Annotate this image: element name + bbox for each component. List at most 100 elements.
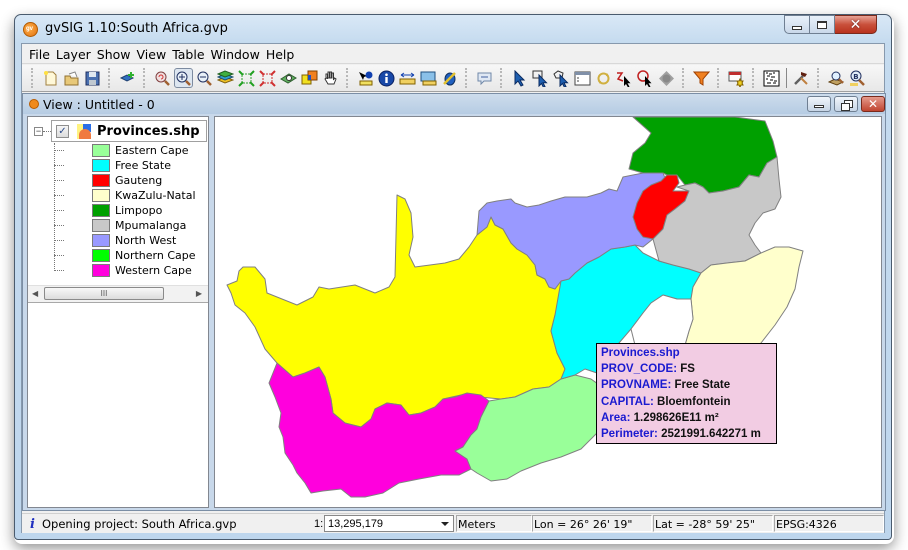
overlay-icon: [301, 70, 318, 84]
measure-area-button[interactable]: [419, 68, 438, 88]
select-polygon-button[interactable]: [552, 68, 571, 88]
legend-item[interactable]: North West: [54, 233, 196, 248]
minimize-button[interactable]: [784, 15, 810, 34]
info-button[interactable]: [377, 68, 396, 88]
view-minimize-button[interactable]: [807, 96, 831, 112]
invert-selection-button[interactable]: [594, 68, 613, 88]
menu-table[interactable]: Table: [169, 44, 207, 63]
minimize-icon: [814, 105, 824, 108]
chevron-down-icon[interactable]: [441, 522, 449, 526]
zoom-full-extent-button[interactable]: [237, 68, 256, 88]
zoom-to-layers-button[interactable]: [216, 68, 235, 88]
select-polyline-button[interactable]: [615, 68, 634, 88]
legend-swatch: [92, 174, 110, 187]
select-polygon-icon: [553, 69, 569, 87]
toolbar-grip[interactable]: [31, 68, 35, 88]
legend-swatch: [92, 189, 110, 202]
overlay-button[interactable]: [300, 68, 319, 88]
close-button[interactable]: ✕: [835, 15, 877, 34]
status-message: Opening project: South Africa.gvp: [42, 517, 237, 531]
view-close-button[interactable]: ✕: [861, 96, 885, 112]
map-canvas[interactable]: Provinces.shp PROV_CODE: FS PROVNAME: Fr…: [214, 116, 882, 508]
tree-connector: [54, 165, 64, 166]
zoom-previous-icon: [155, 71, 170, 86]
scale-combobox[interactable]: 13,295,179: [324, 515, 454, 532]
menu-show[interactable]: Show: [94, 44, 134, 63]
new-document-button[interactable]: [41, 68, 60, 88]
zoom-previous-button[interactable]: [153, 68, 172, 88]
view-title-bar[interactable]: View : Untitled - 0 ✕: [23, 94, 885, 114]
save-icon: [85, 71, 100, 85]
layer-item-provinces[interactable]: ✓ Provinces.shp: [51, 120, 207, 142]
open-folder-icon: [64, 70, 79, 85]
gazetteer-search-icon: B: [850, 70, 865, 86]
tree-connector: [54, 240, 64, 241]
menu-file[interactable]: File: [26, 44, 53, 63]
field-key: Area:: [601, 411, 631, 424]
legend-label: Eastern Cape: [115, 144, 189, 157]
menu-layer[interactable]: Layer: [53, 44, 94, 63]
legend-item[interactable]: Mpumalanga: [54, 218, 196, 233]
field-value: Free State: [674, 379, 731, 392]
scrollbar-thumb[interactable]: III: [44, 287, 164, 300]
save-button[interactable]: [83, 68, 102, 88]
menu-help[interactable]: Help: [263, 44, 298, 63]
attribute-table-button[interactable]: [573, 68, 592, 88]
catalog-search-button[interactable]: [827, 68, 846, 88]
status-bar: i Opening project: South Africa.gvp 1: 1…: [22, 513, 884, 533]
tree-connector: [54, 210, 64, 211]
raster-button[interactable]: [762, 68, 781, 88]
gazetteer-search-button[interactable]: B: [848, 68, 867, 88]
zoom-full-extent-icon: [238, 69, 255, 87]
locator-map-panel[interactable]: [28, 304, 208, 507]
select-pointer-button[interactable]: [510, 68, 529, 88]
pan-hand-button[interactable]: [321, 68, 340, 88]
legend-item[interactable]: Northern Cape: [54, 248, 196, 263]
add-layer-button[interactable]: [118, 68, 137, 88]
table-settings-button[interactable]: [727, 68, 746, 88]
zoom-in-button[interactable]: [174, 68, 193, 88]
locator-button[interactable]: [279, 68, 298, 88]
legend-item[interactable]: Eastern Cape: [54, 143, 196, 158]
scale-value: 13,295,179: [328, 518, 384, 530]
layer-row[interactable]: − ✓ Provinces.shp: [34, 120, 207, 142]
select-buffer-button[interactable]: [657, 68, 676, 88]
raster-icon: [763, 70, 780, 86]
hyperlink-icon: [443, 71, 456, 85]
minimize-icon: [792, 25, 802, 30]
legend-item[interactable]: Free State: [54, 158, 196, 173]
toc-horizontal-scrollbar[interactable]: ◀ III ▶: [28, 285, 208, 302]
legend-label: KwaZulu-Natal: [115, 189, 196, 202]
select-circle-icon: [637, 69, 652, 87]
tools-button[interactable]: [792, 68, 811, 88]
menu-view[interactable]: View: [134, 44, 170, 63]
view-title: View : Untitled - 0: [43, 97, 155, 112]
title-bar[interactable]: gv gvSIG 1.10:South Africa.gvp ✕: [15, 15, 891, 43]
open-folder-button[interactable]: [62, 68, 81, 88]
legend-item[interactable]: Gauteng: [54, 173, 196, 188]
measure-distance-button[interactable]: [398, 68, 417, 88]
view-restore-button[interactable]: [834, 96, 858, 112]
hyperlink-button[interactable]: [440, 68, 459, 88]
invert-selection-icon: [597, 72, 610, 84]
zoom-out-button[interactable]: [195, 68, 214, 88]
legend-item[interactable]: Western Cape: [54, 263, 196, 278]
legend-label: Western Cape: [115, 264, 192, 277]
select-circle-button[interactable]: [636, 68, 655, 88]
scroll-right-icon[interactable]: ▶: [196, 289, 202, 298]
tooltip-field: CAPITAL: Bloemfontein: [601, 394, 772, 410]
layer-visibility-checkbox[interactable]: ✓: [56, 124, 69, 138]
select-rectangle-button[interactable]: [531, 68, 550, 88]
units-field: Meters: [456, 515, 532, 532]
information-by-point-button[interactable]: [356, 68, 375, 88]
filter-button[interactable]: [692, 68, 711, 88]
zoom-select-button[interactable]: [258, 68, 277, 88]
maximize-button[interactable]: [810, 15, 835, 34]
collapse-toggle[interactable]: −: [34, 126, 43, 136]
legend-item[interactable]: Limpopo: [54, 203, 196, 218]
menu-window[interactable]: Window: [208, 44, 263, 63]
longitude-field: Lon = 26° 26' 19": [532, 515, 652, 532]
legend-item[interactable]: KwaZulu-Natal: [54, 188, 196, 203]
maptip-button[interactable]: [475, 68, 494, 88]
scroll-left-icon[interactable]: ◀: [32, 289, 38, 298]
